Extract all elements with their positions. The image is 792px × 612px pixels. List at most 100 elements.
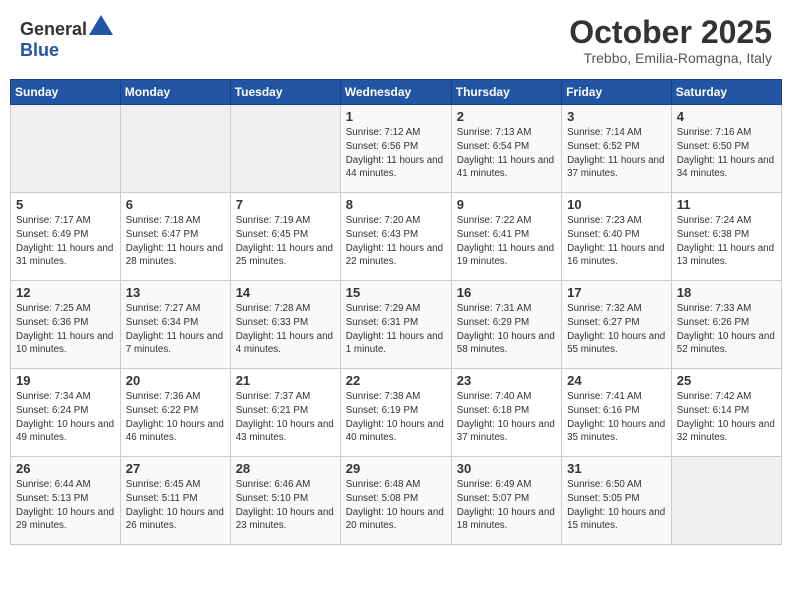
- daylight-text: Daylight: 11 hours and 16 minutes.: [567, 243, 664, 268]
- sunset-text: Sunset: 5:13 PM: [16, 493, 88, 504]
- cell-content: Sunrise: 7:18 AMSunset: 6:47 PMDaylight:…: [126, 214, 225, 269]
- sunset-text: Sunset: 6:52 PM: [567, 141, 639, 152]
- calendar-cell: 28 Sunrise: 6:46 AMSunset: 5:10 PMDayligh…: [230, 457, 340, 545]
- day-number: 9: [457, 197, 556, 212]
- calendar-cell: 8 Sunrise: 7:20 AMSunset: 6:43 PMDaylight…: [340, 193, 451, 281]
- cell-content: Sunrise: 7:17 AMSunset: 6:49 PMDaylight:…: [16, 214, 115, 269]
- daylight-text: Daylight: 10 hours and 15 minutes.: [567, 507, 665, 532]
- sunset-text: Sunset: 6:49 PM: [16, 229, 88, 240]
- sunset-text: Sunset: 6:38 PM: [677, 229, 749, 240]
- day-number: 13: [126, 285, 225, 300]
- sunrise-text: Sunrise: 7:23 AM: [567, 215, 642, 226]
- calendar-cell: 31Sunrise: 6:50 AMSunset: 5:05 PMDayligh…: [562, 457, 672, 545]
- daylight-text: Daylight: 10 hours and 23 minutes.: [236, 507, 334, 532]
- cell-content: Sunrise: 7:41 AMSunset: 6:16 PMDaylight:…: [567, 390, 666, 445]
- calendar-cell: 29Sunrise: 6:48 AMSunset: 5:08 PMDayligh…: [340, 457, 451, 545]
- sunset-text: Sunset: 6:54 PM: [457, 141, 529, 152]
- day-number: 25: [677, 373, 776, 388]
- sunrise-text: Sunrise: 7:31 AM: [457, 303, 532, 314]
- week-row-4: 19 Sunrise: 7:34 AM Sunset: 6:24 PM Dayligh…: [11, 369, 782, 457]
- day-number: 17: [567, 285, 666, 300]
- cell-content: Sunrise: 7:38 AMSunset: 6:19 PMDaylight:…: [346, 390, 446, 445]
- day-number: 10: [567, 197, 666, 212]
- column-header-sunday: Sunday: [11, 80, 121, 105]
- calendar-cell: [120, 105, 230, 193]
- cell-content: Sunrise: 6:49 AM Sunset: 5:07 PM Daylight:…: [457, 478, 556, 533]
- sunset-text: Sunset: 5:10 PM: [236, 493, 308, 504]
- calendar-cell: 27Sunrise: 6:45 AMSunset: 5:11 PMDayligh…: [120, 457, 230, 545]
- calendar-cell: 4Sunrise: 7:16 AMSunset: 6:50 PMDaylight…: [671, 105, 781, 193]
- cell-content: Sunrise: 7:13 AMSunset: 6:54 PMDaylight:…: [457, 126, 556, 181]
- daylight-text: Daylight: 11 hours and 19 minutes.: [457, 243, 554, 268]
- column-header-friday: Friday: [562, 80, 672, 105]
- daylight-text: Daylight: 10 hours and 43 minutes.: [236, 419, 334, 444]
- day-number: 11: [677, 197, 776, 212]
- calendar-cell: 9Sunrise: 7:22 AMSunset: 6:41 PMDaylight…: [451, 193, 561, 281]
- calendar-cell: [671, 457, 781, 545]
- sunrise-text: Sunrise: 7:34 AM: [16, 391, 91, 402]
- sunrise-text: Sunrise: 7:33 AM: [677, 303, 752, 314]
- day-number: 26: [16, 461, 115, 476]
- sunrise-text: Sunrise: 7:40 AM: [457, 391, 532, 402]
- day-number: 2: [457, 109, 556, 124]
- sunrise-text: Sunrise: 7:22 AM: [457, 215, 532, 226]
- daylight-text: Daylight: 11 hours and 37 minutes.: [567, 155, 664, 180]
- calendar-cell: 1Sunrise: 7:12 AMSunset: 6:56 PMDaylight…: [340, 105, 451, 193]
- calendar-cell: 13Sunrise: 7:27 AMSunset: 6:34 PMDayligh…: [120, 281, 230, 369]
- cell-content: Sunrise: 7:37 AMSunset: 6:21 PMDaylight:…: [236, 390, 335, 445]
- day-number: 24: [567, 373, 666, 388]
- sunset-text: Sunset: 6:24 PM: [16, 405, 88, 416]
- day-number: 23: [457, 373, 556, 388]
- calendar-cell: 7Sunrise: 7:19 AMSunset: 6:45 PMDaylight…: [230, 193, 340, 281]
- daylight-text: Daylight: 11 hours and 4 minutes.: [236, 331, 333, 356]
- cell-content: Sunrise: 7:12 AMSunset: 6:56 PMDaylight:…: [346, 126, 446, 181]
- cell-content: Sunrise: 7:29 AMSunset: 6:31 PMDaylight:…: [346, 302, 446, 357]
- day-number: 8: [346, 197, 446, 212]
- sunrise-text: Sunrise: 7:16 AM: [677, 127, 752, 138]
- sunset-text: Sunset: 6:27 PM: [567, 317, 639, 328]
- cell-content: Sunrise: 7:20 AMSunset: 6:43 PMDaylight:…: [346, 214, 446, 269]
- cell-content: Sunrise: 7:40 AMSunset: 6:18 PMDaylight:…: [457, 390, 556, 445]
- sunrise-text: Sunrise: 7:28 AM: [236, 303, 311, 314]
- day-number: 28: [236, 461, 335, 476]
- cell-content: Sunrise: 7:34 AMSunset: 6:24 PMDaylight:…: [16, 390, 115, 445]
- cell-content: Sunrise: 7:14 AMSunset: 6:52 PMDaylight:…: [567, 126, 666, 181]
- sunset-text: Sunset: 6:14 PM: [677, 405, 749, 416]
- cell-content: Sunrise: 6:46 AMSunset: 5:10 PMDaylight:…: [236, 478, 335, 533]
- calendar-cell: 5Sunrise: 7:17 AMSunset: 6:49 PMDaylight…: [11, 193, 121, 281]
- sunrise-text: Sunrise: 6:44 AM: [16, 479, 91, 490]
- daylight-text: Daylight: 10 hours and 58 minutes.: [457, 331, 555, 356]
- sunrise-text: Sunrise: 6:49 AM: [457, 479, 532, 490]
- day-number: 19: [16, 373, 115, 388]
- sunrise-text: Sunrise: 7:13 AM: [457, 127, 532, 138]
- sunrise-text: Sunrise: 6:48 AM: [346, 479, 421, 490]
- sunset-text: Sunset: 6:34 PM: [126, 317, 198, 328]
- calendar-cell: 30Sunrise: 6:49 AMSunset: 5:07 PMDayligh…: [451, 457, 561, 545]
- calendar-cell: 6 Sunrise: 7:18 AMSunset: 6:47 PMDaylight…: [120, 193, 230, 281]
- cell-content: Sunrise: 7:23 AMSunset: 6:40 PMDaylight:…: [567, 214, 666, 269]
- cell-content: Sunrise: 7:31 AMSunset: 6:29 PMDaylight:…: [457, 302, 556, 357]
- cell-content: Sunrise: 6:50 AMSunset: 5:05 PMDaylight:…: [567, 478, 666, 533]
- logo-general: General: [20, 19, 87, 39]
- week-row-1: 1Sunrise: 7:12 AMSunset: 6:56 PMDaylight…: [11, 105, 782, 193]
- day-number: 18: [677, 285, 776, 300]
- day-number: 6: [126, 197, 225, 212]
- day-number: 7: [236, 197, 335, 212]
- daylight-text: Daylight: 10 hours and 32 minutes.: [677, 419, 775, 444]
- calendar-cell: 17Sunrise: 7:32 AMSunset: 6:27 PMDayligh…: [562, 281, 672, 369]
- week-row-2: 5Sunrise: 7:17 AMSunset: 6:49 PMDaylight…: [11, 193, 782, 281]
- daylight-text: Daylight: 10 hours and 35 minutes.: [567, 419, 665, 444]
- calendar-cell: 15Sunrise: 7:29 AMSunset: 6:31 PMDayligh…: [340, 281, 451, 369]
- daylight-text: Daylight: 11 hours and 7 minutes.: [126, 331, 223, 356]
- month-title: October 2025: [569, 15, 772, 50]
- column-header-tuesday: Tuesday: [230, 80, 340, 105]
- sunset-text: Sunset: 6:56 PM: [346, 141, 418, 152]
- column-header-thursday: Thursday: [451, 80, 561, 105]
- day-number: 16: [457, 285, 556, 300]
- daylight-text: Daylight: 10 hours and 18 minutes.: [457, 507, 555, 532]
- sunset-text: Sunset: 5:07 PM: [457, 493, 529, 504]
- logo-blue: Blue: [20, 40, 59, 60]
- daylight-text: Daylight: 11 hours and 28 minutes.: [126, 243, 223, 268]
- sunrise-text: Sunrise: 7:32 AM: [567, 303, 642, 314]
- day-number: 3: [567, 109, 666, 124]
